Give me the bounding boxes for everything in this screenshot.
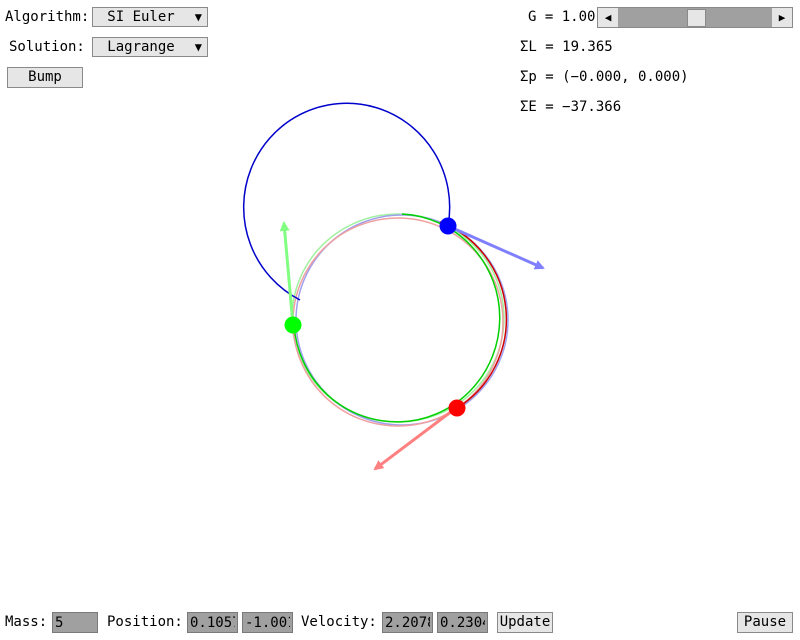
slider-left-arrow-icon[interactable]: ◀ (598, 8, 618, 27)
solution-value: Lagrange (107, 39, 175, 55)
pause-button[interactable]: Pause (737, 612, 793, 633)
velocity-label: Velocity: (301, 614, 377, 630)
blue-velocity-arrow (447, 224, 545, 270)
update-button[interactable]: Update (497, 612, 553, 633)
position-y-input[interactable] (242, 612, 293, 633)
simulation-canvas[interactable] (0, 0, 800, 640)
algorithm-dropdown[interactable]: SI Euler ▼ (92, 7, 208, 27)
velocity-x-input[interactable] (382, 612, 433, 633)
chevron-down-icon: ▼ (194, 40, 202, 54)
bump-button[interactable]: Bump (7, 67, 83, 88)
position-x-input[interactable] (187, 612, 238, 633)
algorithm-label: Algorithm: (5, 9, 90, 25)
green-velocity-arrow (279, 221, 295, 326)
slider-right-arrow-icon[interactable]: ▶ (772, 8, 792, 27)
mass-input[interactable] (52, 612, 98, 633)
energy-readout: ΣE = −37.366 (520, 99, 622, 115)
chevron-down-icon: ▼ (194, 10, 202, 24)
algorithm-value: SI Euler (107, 9, 175, 25)
mass-label: Mass: (5, 614, 48, 630)
blue-trail (242, 102, 451, 301)
angular-momentum-readout: ΣL = 19.365 (520, 39, 613, 55)
velocity-y-input[interactable] (437, 612, 488, 633)
g-slider[interactable]: ◀ ▶ (597, 7, 793, 28)
solution-label: Solution: (9, 39, 85, 55)
red-body[interactable] (448, 399, 466, 417)
g-slider-thumb[interactable] (687, 9, 706, 27)
position-label: Position: (107, 614, 183, 630)
green-body[interactable] (284, 316, 302, 334)
g-label: G = 1.00 (528, 9, 596, 25)
blue-body[interactable] (439, 217, 457, 235)
solution-dropdown[interactable]: Lagrange ▼ (92, 37, 208, 57)
red-velocity-arrow (373, 406, 457, 471)
momentum-readout: Σp = (−0.000, 0.000) (520, 69, 689, 85)
